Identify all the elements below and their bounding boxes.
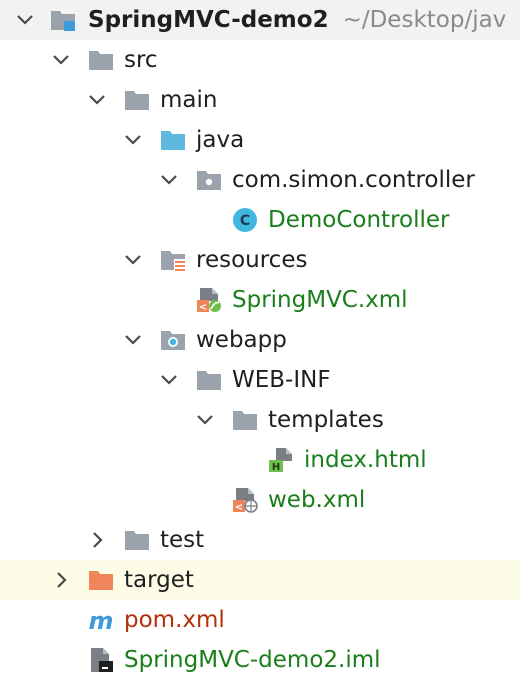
svg-text:<: < — [199, 302, 207, 313]
tree-row-pom-xml[interactable]: m pom.xml — [0, 600, 520, 640]
folder-icon — [196, 367, 222, 393]
tree-row-demo-controller[interactable]: C DemoController — [0, 200, 520, 240]
folder-icon — [124, 527, 150, 553]
chevron-right-icon[interactable] — [86, 529, 108, 551]
tree-row-iml[interactable]: SpringMVC-demo2.iml — [0, 640, 520, 680]
chevron-down-icon[interactable] — [122, 329, 144, 351]
tree-row-springmvc-xml[interactable]: < SpringMVC.xml — [0, 280, 520, 320]
package-label: com.simon.controller — [232, 167, 475, 193]
package-icon — [196, 167, 222, 193]
root-path: ~/Desktop/jav — [342, 7, 507, 33]
tree-row-test[interactable]: test — [0, 520, 520, 560]
chevron-down-icon[interactable] — [122, 129, 144, 151]
chevron-down-icon[interactable] — [50, 49, 72, 71]
tree-row-java[interactable]: java — [0, 120, 520, 160]
target-label: target — [124, 567, 194, 593]
chevron-down-icon[interactable] — [122, 249, 144, 271]
index-html-label: index.html — [304, 447, 427, 473]
root-label: SpringMVC-demo2 ~/Desktop/jav — [88, 7, 507, 33]
maven-icon: m — [88, 607, 114, 633]
chevron-right-icon[interactable] — [50, 569, 72, 591]
tree-row-web-inf[interactable]: WEB-INF — [0, 360, 520, 400]
tree-row-package[interactable]: com.simon.controller — [0, 160, 520, 200]
spring-xml-icon: < — [196, 287, 222, 313]
source-root-folder-icon — [160, 127, 186, 153]
src-label: src — [124, 47, 158, 73]
class-badge-letter: C — [240, 213, 250, 229]
tree-row-web-xml[interactable]: < web.xml — [0, 480, 520, 520]
tree-row-main[interactable]: main — [0, 80, 520, 120]
iml-file-icon — [88, 647, 114, 673]
resources-folder-icon — [160, 247, 186, 273]
pom-xml-label: pom.xml — [124, 607, 225, 633]
folder-icon — [124, 87, 150, 113]
web-folder-icon — [160, 327, 186, 353]
java-label: java — [196, 127, 245, 153]
chevron-down-icon[interactable] — [158, 369, 180, 391]
chevron-down-icon[interactable] — [194, 409, 216, 431]
web-xml-label: web.xml — [268, 487, 366, 513]
java-class-icon: C — [232, 207, 258, 233]
excluded-folder-icon — [88, 567, 114, 593]
web-inf-label: WEB-INF — [232, 367, 331, 393]
tree-row-root[interactable]: SpringMVC-demo2 ~/Desktop/jav — [0, 0, 520, 40]
chevron-down-icon[interactable] — [86, 89, 108, 111]
tree-row-resources[interactable]: resources — [0, 240, 520, 280]
tree-row-index-html[interactable]: H index.html — [0, 440, 520, 480]
folder-icon — [88, 47, 114, 73]
html-file-icon: H — [268, 447, 294, 473]
html-badge-letter: H — [272, 462, 280, 473]
iml-label: SpringMVC-demo2.iml — [124, 647, 381, 673]
templates-label: templates — [268, 407, 384, 433]
svg-text:<: < — [235, 502, 243, 513]
tree-row-webapp[interactable]: webapp — [0, 320, 520, 360]
test-label: test — [160, 527, 205, 553]
main-label: main — [160, 87, 218, 113]
web-xml-icon: < — [232, 487, 258, 513]
demo-controller-label: DemoController — [268, 207, 450, 233]
chevron-down-icon[interactable] — [14, 9, 36, 31]
tree-row-target[interactable]: target — [0, 560, 520, 600]
maven-badge-letter: m — [88, 607, 113, 633]
tree-row-templates[interactable]: templates — [0, 400, 520, 440]
module-folder-icon — [50, 7, 76, 33]
springmvc-xml-label: SpringMVC.xml — [232, 287, 408, 313]
resources-label: resources — [196, 247, 308, 273]
webapp-label: webapp — [196, 327, 287, 353]
project-tree: SpringMVC-demo2 ~/Desktop/jav src main ja… — [0, 0, 520, 678]
folder-icon — [232, 407, 258, 433]
tree-row-src[interactable]: src — [0, 40, 520, 80]
chevron-down-icon[interactable] — [158, 169, 180, 191]
